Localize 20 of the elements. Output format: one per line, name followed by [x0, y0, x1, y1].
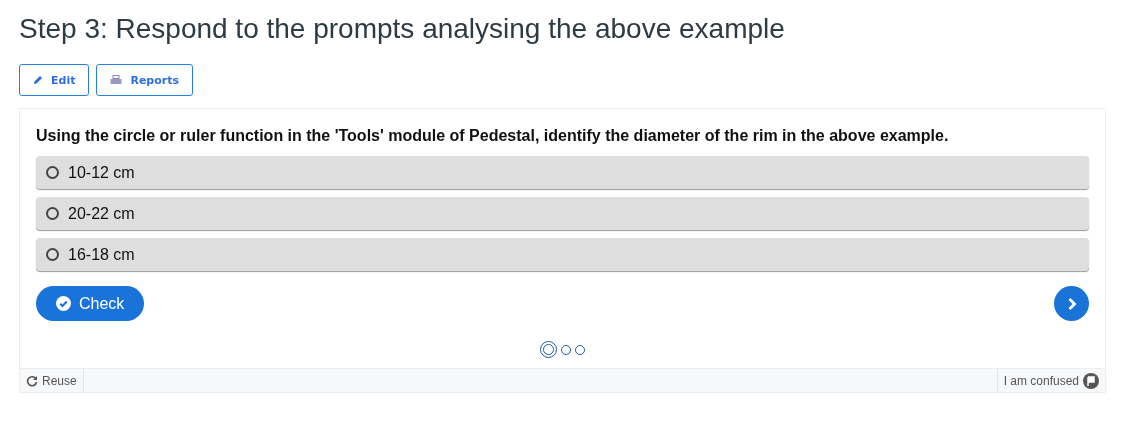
reports-button[interactable]: Reports	[96, 64, 193, 96]
reuse-button[interactable]: Reuse	[20, 369, 84, 392]
check-icon	[56, 296, 71, 311]
question-text: Using the circle or ruler function in the 'Tools' module of Pedestal, identify the diameter of the rim in the above example.	[36, 127, 950, 145]
check-button[interactable]: Check	[36, 286, 145, 321]
radio-button[interactable]	[46, 248, 59, 261]
next-button[interactable]	[1054, 286, 1089, 321]
pencil-icon	[33, 75, 43, 85]
answer-option[interactable]: 20-22 cm	[36, 197, 1089, 230]
edit-button[interactable]: Edit	[19, 64, 90, 96]
answer-option[interactable]: 10-12 cm	[36, 156, 1089, 189]
flag-icon	[1083, 372, 1099, 389]
radio-button[interactable]	[46, 207, 59, 220]
refresh-icon	[26, 374, 38, 387]
printer-icon	[110, 75, 123, 85]
radio-button[interactable]	[46, 166, 59, 179]
page-title: Step 3: Respond to the prompts analysing the above example	[19, 12, 786, 46]
confused-button[interactable]: I am confused	[996, 369, 1105, 392]
chevron-right-icon	[1066, 296, 1077, 311]
answer-option[interactable]: 16-18 cm	[36, 238, 1089, 271]
